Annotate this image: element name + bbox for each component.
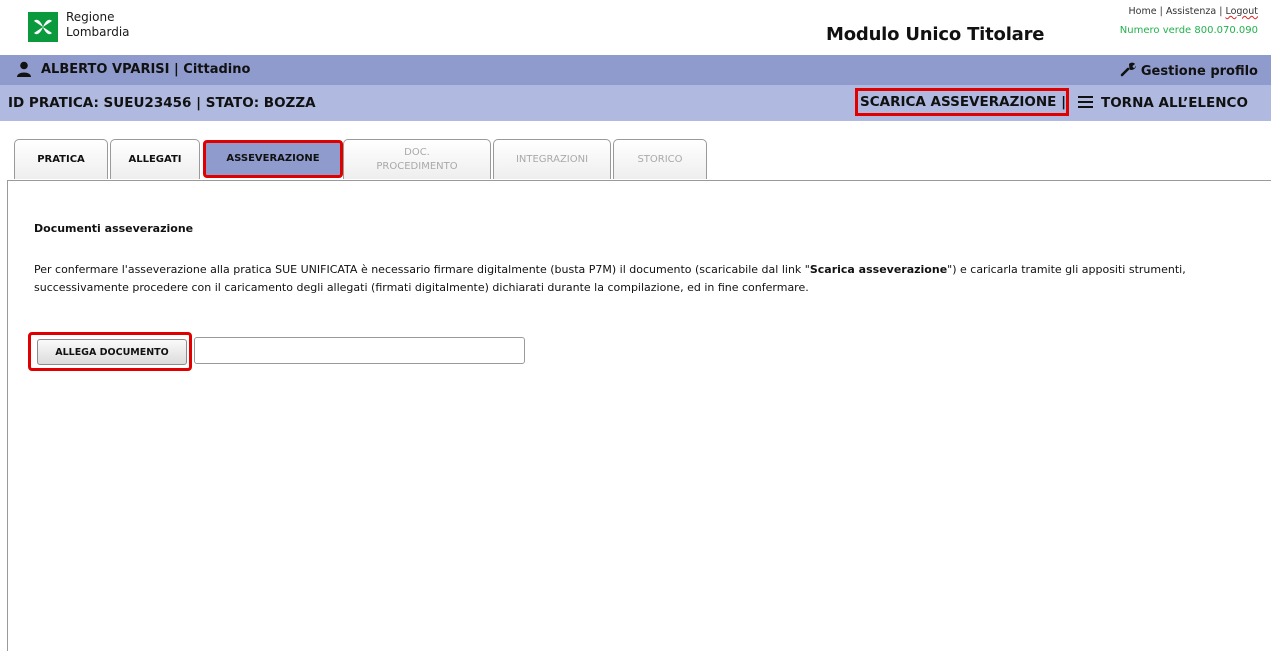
back-to-list-link[interactable]: TORNA ALL’ELENCO [1078,95,1248,112]
content-border [7,180,8,651]
list-icon [1078,96,1093,112]
tab-pratica[interactable]: PRATICA [14,139,108,179]
user-name: ALBERTO VPARISI | Cittadino [41,62,251,77]
link-separator: | [1219,6,1223,17]
page-title: Modulo Unico Titolare [826,24,1045,45]
tab-label: INTEGRAZIONI [515,153,589,165]
section-title: Documenti asseverazione [34,222,194,235]
tab-label: STORICO [637,153,683,165]
top-links: Home | Assistenza | Logout [1128,6,1258,17]
tab-label: ALLEGATI [128,153,182,165]
practice-bar: ID PRATICA: SUEU23456 | STATO: BOZZA SCA… [0,85,1271,121]
tab-storico[interactable]: STORICO [613,139,707,179]
brand-line-1: Regione [66,10,115,24]
instructions-text: Per confermare l'asseverazione alla prat… [34,261,1259,297]
desc-part-1: Per confermare l'asseverazione alla prat… [34,263,810,276]
regione-logo-icon [28,12,58,42]
tab-asseverazione[interactable]: ASSEVERAZIONE [203,140,343,178]
tab-label-line-2: PROCEDIMENTO [376,160,458,172]
wrench-icon [1120,61,1136,81]
attach-label: ALLEGA DOCUMENTO [55,346,169,358]
brand-line-2: Lombardia [66,25,130,39]
back-label: TORNA ALL’ELENCO [1101,95,1248,111]
profile-link[interactable]: Gestione profilo [1120,61,1258,81]
home-link[interactable]: Home [1128,6,1156,17]
download-label: SCARICA ASSEVERAZIONE | [860,94,1067,110]
tab-label: ASSEVERAZIONE [226,153,320,164]
app-header: Regione Lombardia Modulo Unico Titolare … [0,0,1271,55]
desc-link-name: Scarica asseverazione [809,263,948,276]
profile-label: Gestione profilo [1140,64,1258,79]
brand-name: Regione Lombardia [66,10,130,40]
tab-doc-procedimento[interactable]: DOC. PROCEDIMENTO [343,139,491,179]
tab-bar: PRATICA ALLEGATI ASSEVERAZIONE DOC. PROC… [0,135,1271,183]
hotline-text: Numero verde 800.070.090 [1119,25,1258,36]
link-separator: | [1159,6,1163,17]
file-name-field[interactable] [194,337,525,364]
attach-document-button[interactable]: ALLEGA DOCUMENTO [37,339,187,365]
download-asseverazione-link[interactable]: SCARICA ASSEVERAZIONE | [855,88,1069,116]
logout-link[interactable]: Logout [1225,6,1258,17]
tab-allegati[interactable]: ALLEGATI [110,139,200,179]
tab-integrazioni[interactable]: INTEGRAZIONI [493,139,611,179]
tab-label: DOC. [404,146,430,158]
user-bar: ALBERTO VPARISI | Cittadino Gestione pro… [0,55,1271,85]
practice-id-status: ID PRATICA: SUEU23456 | STATO: BOZZA [8,95,316,111]
tab-label: PRATICA [37,153,85,165]
tab-divider [8,180,1271,181]
user-icon [16,61,32,77]
help-link[interactable]: Assistenza [1166,6,1216,17]
